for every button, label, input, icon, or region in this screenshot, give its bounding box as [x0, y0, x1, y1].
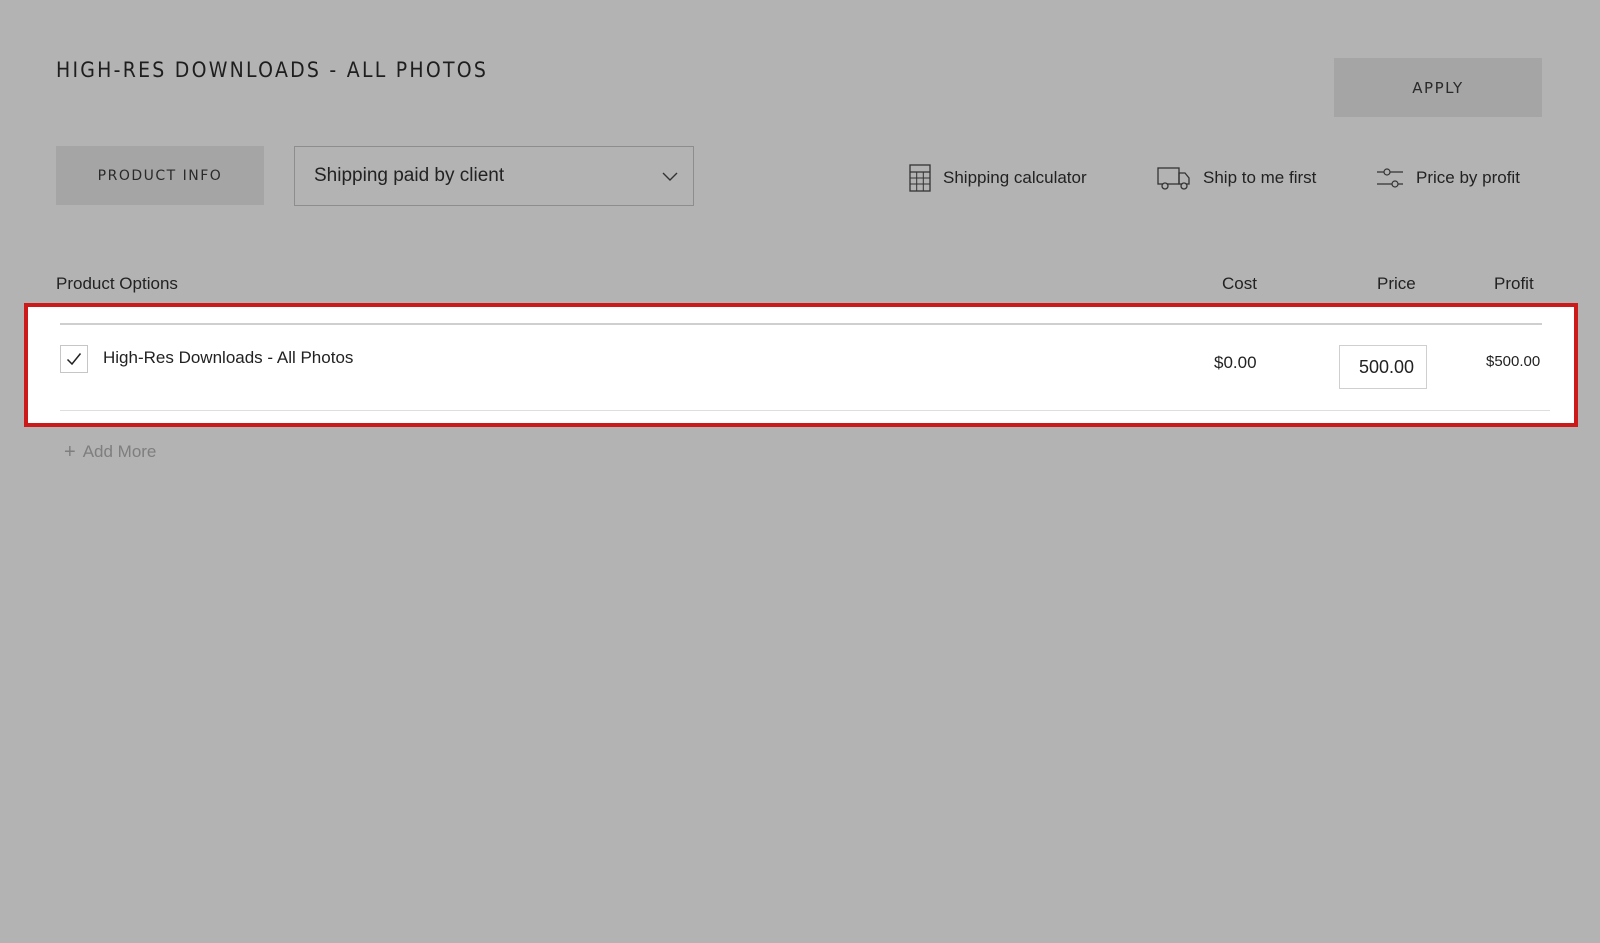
price-by-profit-link[interactable]: Price by profit: [1376, 162, 1520, 194]
price-input[interactable]: [1339, 345, 1427, 389]
product-profit: $500.00: [1486, 353, 1541, 370]
shipping-select-value: Shipping paid by client: [314, 165, 505, 186]
column-header-product-options: Product Options: [56, 274, 178, 293]
table-row: High-Res Downloads - All Photos $0.00 $5…: [24, 303, 1578, 427]
plus-icon: +: [64, 441, 76, 463]
row-checkbox[interactable]: [60, 345, 88, 373]
add-more-button[interactable]: + Add More: [64, 442, 156, 462]
product-cost: $0.00: [1214, 353, 1257, 372]
shipping-calculator-label: Shipping calculator: [943, 168, 1087, 187]
ship-to-me-first-label: Ship to me first: [1203, 168, 1317, 187]
apply-button[interactable]: APPLY: [1334, 58, 1542, 117]
row-divider-top: [60, 323, 1542, 325]
column-header-cost: Cost: [1222, 274, 1257, 293]
column-header-price: Price: [1377, 274, 1416, 293]
column-header-profit: Profit: [1494, 274, 1534, 293]
price-by-profit-label: Price by profit: [1416, 168, 1520, 187]
truck-icon: [1157, 167, 1190, 190]
row-divider-bottom: [60, 410, 1550, 411]
product-info-button[interactable]: PRODUCT INFO: [56, 146, 264, 205]
add-more-label: Add More: [82, 442, 157, 461]
calculator-icon: [909, 164, 931, 192]
page-title: HIGH-RES DOWNLOADS - ALL PHOTOS: [56, 58, 489, 82]
shipping-calculator-link[interactable]: Shipping calculator: [909, 162, 1087, 194]
product-option-name: High-Res Downloads - All Photos: [103, 348, 354, 367]
chevron-down-icon: [662, 172, 678, 181]
sliders-icon: [1377, 168, 1403, 188]
checkmark-icon: [66, 353, 82, 366]
shipping-select[interactable]: Shipping paid by client: [294, 146, 694, 206]
ship-to-me-first-link[interactable]: Ship to me first: [1157, 162, 1316, 194]
